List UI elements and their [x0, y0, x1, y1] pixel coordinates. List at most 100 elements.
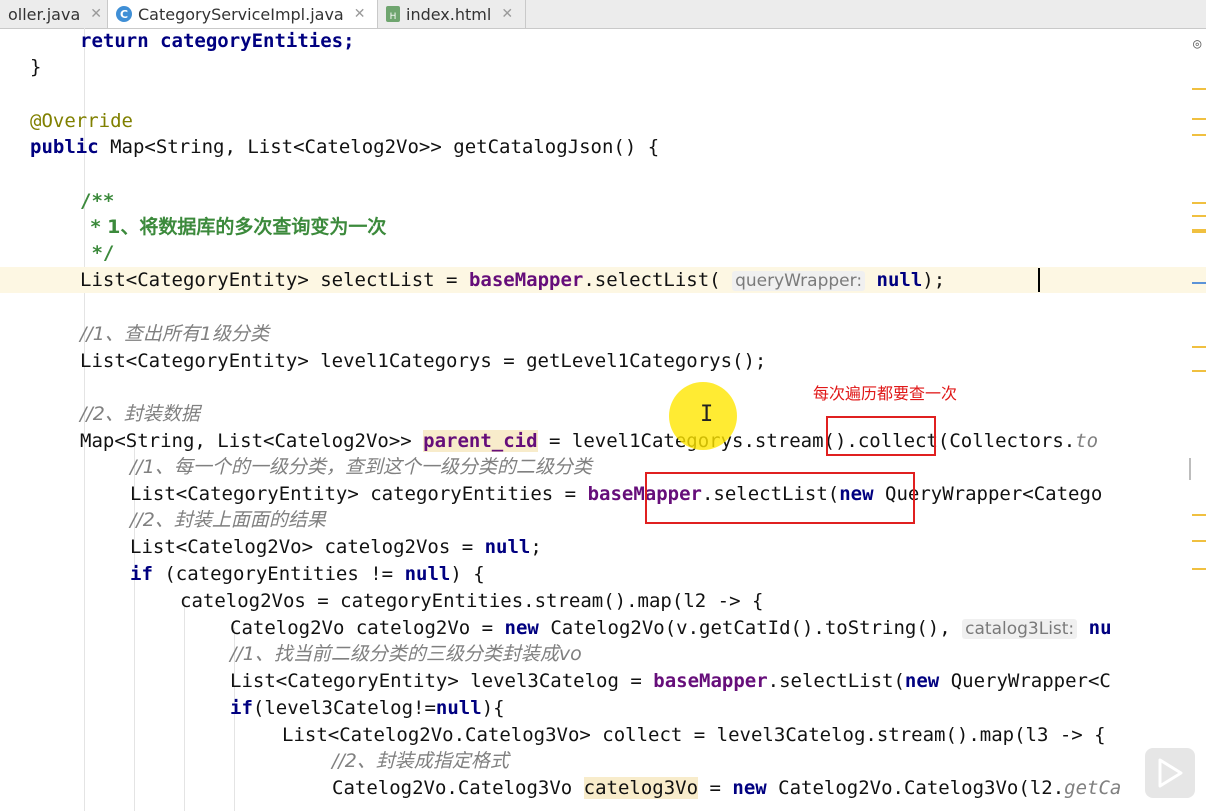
code-text: (categoryEntities !=: [152, 563, 405, 585]
code-line: List<CategoryEntity> categoryEntities = …: [0, 481, 1206, 507]
code-line: return categoryEntities;: [0, 28, 1206, 54]
variable-highlight: catelog3Vo: [583, 777, 699, 799]
code-line-current: List<CategoryEntity> selectList = baseMa…: [0, 267, 1206, 293]
code-text: Catelog2Vo(v.getCatId().toString(),: [538, 617, 951, 639]
keyword: null: [435, 697, 482, 719]
code-line: public Map<String, List<Catelog2Vo>> get…: [0, 134, 1206, 160]
mouse-ibeam-icon: I: [700, 402, 714, 427]
code-line: List<Catelog2Vo> catelog2Vos = null;: [0, 534, 1206, 560]
video-play-button[interactable]: [1145, 748, 1195, 798]
doc-comment: * 1、将数据库的多次查询变为一次: [84, 216, 387, 238]
keyword: new: [904, 670, 940, 692]
code-text: return categoryEntities;: [80, 30, 355, 52]
annotation-box-stream: [826, 416, 936, 456]
code-text: List<CategoryEntity> categoryEntities =: [130, 483, 588, 505]
tab-index-html[interactable]: H index.html ✕: [378, 0, 526, 28]
eye-icon[interactable]: ◎: [1193, 36, 1201, 52]
comment: //1、查出所有1级分类: [80, 323, 269, 345]
keyword: null: [876, 269, 923, 291]
code-text: ;: [530, 536, 542, 558]
gutter-marker[interactable]: [1192, 514, 1206, 516]
code-text: QueryWrapper<C: [939, 670, 1111, 692]
code-line: //1、查出所有1级分类: [0, 321, 1206, 347]
gutter-marker[interactable]: [1192, 370, 1206, 372]
code-line: //1、找当前二级分类的三级分类封装成vo: [0, 641, 1206, 667]
code-line: Catelog2Vo.Catelog3Vo catelog3Vo = new C…: [0, 775, 1206, 801]
gutter-marker[interactable]: [1192, 282, 1206, 284]
parameter-hint: catalog3List:: [962, 619, 1078, 639]
gutter-marker[interactable]: [1189, 458, 1191, 480]
code-line: //2、封装数据: [0, 401, 1206, 427]
comment: //1、每一个的一级分类，查到这个一级分类的二级分类: [130, 456, 592, 478]
gutter-marker[interactable]: [1192, 202, 1206, 204]
keyword: null: [484, 536, 531, 558]
comment: //2、封装数据: [80, 403, 200, 425]
tab-oller-java[interactable]: oller.java ✕: [0, 0, 108, 28]
code-text: = level1Categorys.stream().collect(Colle…: [537, 430, 1076, 452]
code-text: List<CategoryEntity> level1Categorys = g…: [80, 350, 767, 372]
code-line: * 1、将数据库的多次查询变为一次: [0, 214, 1206, 240]
field-ref: baseMapper: [468, 269, 584, 291]
code-text: List<CategoryEntity> selectList =: [80, 269, 469, 291]
code-text: ) {: [450, 563, 485, 585]
gutter-marker[interactable]: [1192, 568, 1206, 570]
code-line: //1、每一个的一级分类，查到这个一级分类的二级分类: [0, 454, 1206, 480]
html-file-icon: H: [386, 6, 400, 22]
editor-tab-bar: oller.java ✕ C CategoryServiceImpl.java …: [0, 0, 1206, 29]
code-line: if (categoryEntities != null) {: [0, 561, 1206, 587]
keyword: if: [230, 697, 253, 719]
gutter-marker[interactable]: [1192, 134, 1206, 136]
close-icon[interactable]: ✕: [354, 6, 366, 22]
gutter-marker[interactable]: [1192, 540, 1206, 542]
annotation-box-selectlist: [645, 472, 915, 524]
keyword: new: [732, 777, 767, 799]
gutter-marker[interactable]: [1192, 346, 1206, 348]
code-text: Map<String, List<Catelog2Vo>> getCatalog…: [98, 136, 660, 158]
code-line: }: [0, 54, 1206, 80]
tab-categoryserviceimpl[interactable]: C CategoryServiceImpl.java ✕: [108, 0, 378, 28]
code-text: Map<String, List<Catelog2Vo>>: [80, 430, 424, 452]
variable-highlight: parent_cid: [423, 430, 538, 452]
code-line: /**: [0, 188, 1206, 214]
tab-label: CategoryServiceImpl.java: [138, 4, 344, 24]
code-text: List<CategoryEntity> level3Catelog =: [230, 670, 654, 692]
code-line: if(level3Catelog!=null){: [0, 695, 1206, 721]
gutter-marker[interactable]: [1192, 229, 1206, 233]
keyword: new: [504, 617, 539, 639]
comment: //2、封装上面面的结果: [130, 509, 326, 531]
tab-label: oller.java: [8, 4, 81, 24]
tab-label: index.html: [406, 4, 492, 24]
code-line: Catelog2Vo catelog2Vo = new Catelog2Vo(v…: [0, 615, 1206, 641]
gutter-marker[interactable]: [1192, 88, 1206, 90]
code-text: =: [698, 777, 733, 799]
code-line: //2、封装成指定格式: [0, 748, 1206, 774]
code-text: List<Catelog2Vo> catelog2Vos =: [130, 536, 485, 558]
gutter-marker[interactable]: [1192, 215, 1206, 217]
code-line: List<CategoryEntity> level3Catelog = bas…: [0, 668, 1206, 694]
close-icon[interactable]: ✕: [501, 6, 513, 22]
code-text: Catelog2Vo.Catelog3Vo(l2.: [766, 777, 1065, 799]
play-icon: [1158, 758, 1183, 788]
code-text: ){: [481, 697, 505, 719]
annotation-note: 每次遍历都要查一次: [813, 384, 958, 403]
field-ref: baseMapper: [653, 670, 768, 692]
code-text: .selectList(: [583, 269, 721, 291]
code-text: .selectList(: [767, 670, 905, 692]
keyword: if: [130, 563, 153, 585]
code-line: Map<String, List<Catelog2Vo>> parent_cid…: [0, 428, 1206, 454]
gutter-marker[interactable]: [1192, 118, 1206, 120]
code-line: */: [0, 240, 1206, 266]
doc-comment: /**: [80, 190, 115, 212]
annotation-text: @Override: [30, 110, 133, 132]
code-text: Catelog2Vo.Catelog3Vo: [332, 777, 584, 799]
code-text: to: [1075, 430, 1099, 452]
text-caret: [1038, 268, 1040, 292]
code-line: catelog2Vos = categoryEntities.stream().…: [0, 588, 1206, 614]
code-text: catelog2Vos = categoryEntities.stream().…: [180, 590, 764, 612]
code-line: List<CategoryEntity> level1Categorys = g…: [0, 348, 1206, 374]
code-editor[interactable]: return categoryEntities; } @Override pub…: [0, 28, 1206, 811]
parameter-hint: queryWrapper:: [732, 271, 866, 291]
comment: //2、封装成指定格式: [332, 750, 509, 772]
close-icon[interactable]: ✕: [90, 6, 102, 22]
code-text: List<Catelog2Vo.Catelog3Vo> collect = le…: [282, 724, 1106, 746]
